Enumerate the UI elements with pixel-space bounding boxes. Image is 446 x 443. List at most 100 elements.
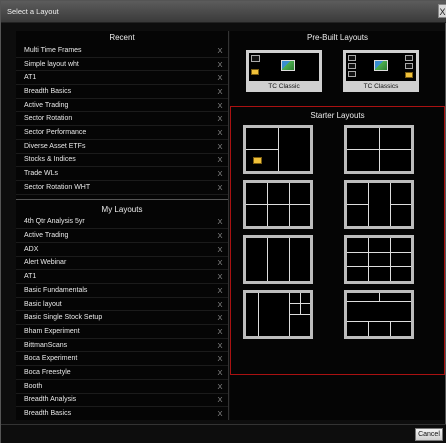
- remove-layout-button[interactable]: X: [216, 300, 224, 309]
- layout-name: Basic layout: [24, 300, 62, 308]
- remove-layout-button[interactable]: X: [216, 272, 224, 281]
- remove-layout-button[interactable]: X: [216, 60, 224, 69]
- remove-layout-button[interactable]: X: [216, 231, 224, 240]
- layout-name: ADX: [24, 245, 39, 253]
- chart-image-icon: [281, 60, 295, 71]
- layout-list-item[interactable]: Trade WLs X: [16, 167, 228, 181]
- remove-layout-button[interactable]: X: [216, 114, 224, 123]
- remove-layout-button[interactable]: X: [216, 313, 224, 322]
- starter-layout-tile[interactable]: [344, 125, 414, 174]
- remove-layout-button[interactable]: X: [216, 368, 224, 377]
- layout-list-item[interactable]: Active Trading X: [16, 229, 228, 243]
- prebuilt-card-tc-classics[interactable]: TC Classics: [343, 50, 419, 92]
- cancel-button[interactable]: Cancel: [415, 428, 443, 441]
- layout-list-item[interactable]: Breadth Basics X: [16, 407, 228, 420]
- layout-list-item[interactable]: Breadth Basics X: [16, 85, 228, 99]
- layout-list-item[interactable]: AT1 X: [16, 71, 228, 86]
- layout-list-item[interactable]: Basic Single Stock Setup X: [16, 311, 228, 326]
- layout-list-item[interactable]: ADX X: [16, 243, 228, 257]
- remove-layout-button[interactable]: X: [216, 73, 224, 82]
- layout-name: Sector Performance: [24, 128, 87, 136]
- layout-name: 4th Qtr Analysis 5yr: [24, 218, 85, 226]
- layout-list-item[interactable]: Booth X: [16, 380, 228, 394]
- starter-layout-tile[interactable]: [344, 235, 414, 284]
- layout-list-item[interactable]: Sector Performance X: [16, 126, 228, 140]
- layout-list-item[interactable]: Diverse Asset ETFs X: [16, 140, 228, 154]
- layout-preview: [347, 128, 411, 171]
- remove-layout-button[interactable]: X: [216, 409, 224, 418]
- window-icon: [348, 71, 356, 77]
- remove-layout-button[interactable]: X: [216, 101, 224, 110]
- starter-layout-tile[interactable]: [344, 290, 414, 339]
- starter-header: Starter Layouts: [310, 111, 365, 120]
- layout-list-item[interactable]: 4th Qtr Analysis 5yr X: [16, 216, 228, 230]
- layout-list-item[interactable]: AT1 X: [16, 270, 228, 284]
- remove-layout-button[interactable]: X: [216, 217, 224, 226]
- layout-list-item[interactable]: Alert Webinar X: [16, 257, 228, 271]
- dialog-footer: Cancel: [1, 424, 446, 443]
- window-icon: [405, 55, 413, 61]
- starter-layout-tile[interactable]: [243, 290, 313, 339]
- starter-layout-tile[interactable]: [243, 180, 313, 229]
- layout-list-item[interactable]: Sector Rotation WHT X: [16, 181, 228, 195]
- layout-list-item[interactable]: Basic layout X: [16, 298, 228, 312]
- layout-name: Trade WLs: [24, 170, 58, 178]
- layout-preview: [246, 128, 310, 171]
- pane-divider: [390, 204, 411, 205]
- pane-divider: [390, 238, 391, 281]
- pane-divider: [289, 238, 290, 281]
- remove-layout-button[interactable]: X: [216, 341, 224, 350]
- remove-layout-button[interactable]: X: [216, 169, 224, 178]
- layout-list-item[interactable]: Boca Experiment X: [16, 352, 228, 367]
- pane-divider: [258, 293, 259, 336]
- layout-name: Active Trading: [24, 101, 69, 109]
- remove-layout-button[interactable]: X: [216, 87, 224, 96]
- layout-list-item[interactable]: BittmanScans X: [16, 339, 228, 353]
- layout-name: Sector Rotation WHT: [24, 183, 91, 191]
- remove-layout-button[interactable]: X: [216, 395, 224, 404]
- starter-layout-tile[interactable]: [344, 180, 414, 229]
- remove-layout-button[interactable]: X: [216, 245, 224, 254]
- layout-list-item[interactable]: Multi Time Frames X: [16, 44, 228, 58]
- pane-divider: [267, 238, 268, 281]
- pane-divider: [379, 293, 380, 301]
- layout-list-item[interactable]: Basic Fundamentals X: [16, 284, 228, 298]
- remove-layout-button[interactable]: X: [216, 142, 224, 151]
- layout-list-item[interactable]: Simple layout wht X: [16, 58, 228, 72]
- starter-layout-tile[interactable]: [243, 125, 313, 174]
- remove-layout-button[interactable]: X: [216, 354, 224, 363]
- layout-list-item[interactable]: Stocks & Indices X: [16, 154, 228, 168]
- remove-layout-button[interactable]: X: [216, 327, 224, 336]
- pane-divider: [347, 266, 411, 267]
- layout-preview: [347, 293, 411, 336]
- layout-name: Stocks & Indices: [24, 156, 76, 164]
- remove-layout-button[interactable]: X: [216, 183, 224, 192]
- starter-layout-tile[interactable]: [243, 235, 313, 284]
- remove-layout-button[interactable]: X: [216, 286, 224, 295]
- remove-layout-button[interactable]: X: [216, 46, 224, 55]
- remove-layout-button[interactable]: X: [216, 128, 224, 137]
- layout-preview: [347, 183, 411, 226]
- pane-divider: [347, 301, 411, 302]
- layout-preview-panel: Pre-Built Layouts TC Classic TC Classics…: [230, 31, 445, 420]
- layout-name: Sector Rotation: [24, 115, 73, 123]
- prebuilt-layouts-section: Pre-Built Layouts TC Classic TC Classics: [230, 31, 445, 99]
- pane-divider: [368, 238, 369, 281]
- pane-divider: [289, 303, 310, 304]
- remove-layout-button[interactable]: X: [216, 382, 224, 391]
- pane-divider: [368, 183, 369, 226]
- close-button[interactable]: X: [438, 4, 446, 18]
- layout-list-item[interactable]: Breadth Analysis X: [16, 394, 228, 408]
- remove-layout-button[interactable]: X: [216, 155, 224, 164]
- layout-list-item[interactable]: Bham Experiment X: [16, 325, 228, 339]
- layout-name: Active Trading: [24, 232, 69, 240]
- window-icon: [251, 55, 260, 62]
- layout-name: Alert Webinar: [24, 259, 67, 267]
- layout-list-item[interactable]: Boca Freestyle X: [16, 366, 228, 380]
- chart-image-icon: [374, 60, 388, 71]
- layout-list-item[interactable]: Sector Rotation X: [16, 112, 228, 127]
- prebuilt-card-tc-classic[interactable]: TC Classic: [246, 50, 322, 92]
- layout-list-item[interactable]: Active Trading X: [16, 99, 228, 113]
- starter-layouts-section: Starter Layouts: [230, 106, 445, 375]
- remove-layout-button[interactable]: X: [216, 258, 224, 267]
